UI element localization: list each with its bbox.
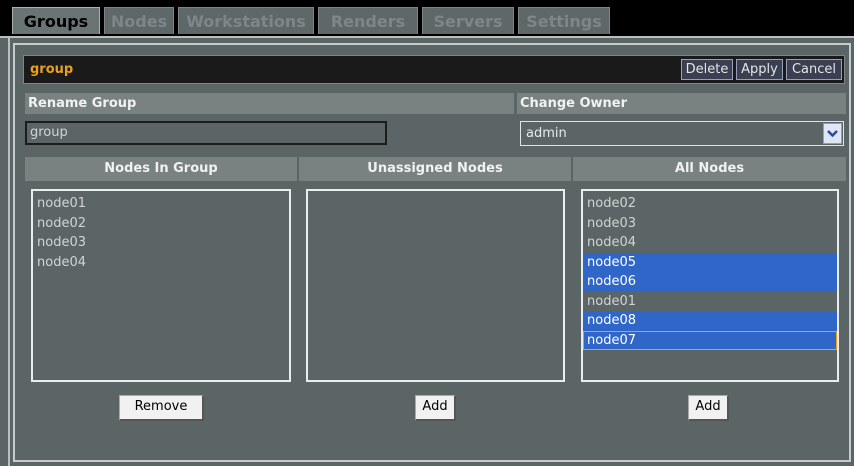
rename-group-heading: Rename Group	[25, 93, 514, 114]
owner-select[interactable]: admin	[520, 121, 844, 146]
tab-settings[interactable]: Settings	[518, 7, 610, 34]
add-unassigned-button[interactable]: Add	[415, 395, 456, 421]
change-owner-heading: Change Owner	[517, 93, 846, 114]
all-nodes-list[interactable]: node02 node03 node04 node05 node06 node0…	[581, 189, 839, 382]
tab-groups[interactable]: Groups	[12, 7, 100, 34]
divider	[8, 36, 10, 466]
delete-button[interactable]: Delete	[681, 59, 733, 80]
add-all-button[interactable]: Add	[688, 395, 729, 421]
nodes-in-group-heading: Nodes In Group	[25, 157, 297, 181]
group-title: group	[30, 62, 74, 77]
nodes-in-group-list[interactable]: node01 node02 node03 node04	[31, 189, 291, 382]
unassigned-nodes-list[interactable]	[306, 189, 565, 382]
unassigned-nodes-heading: Unassigned Nodes	[299, 157, 571, 181]
apply-button[interactable]: Apply	[736, 59, 783, 80]
list-item[interactable]: node01	[33, 194, 289, 214]
list-item[interactable]: node07	[583, 330, 837, 350]
list-item[interactable]: node05	[583, 252, 837, 272]
list-item[interactable]: node04	[583, 233, 837, 253]
list-item[interactable]: node03	[583, 214, 837, 234]
remove-button[interactable]: Remove	[119, 395, 204, 421]
cancel-button[interactable]: Cancel	[786, 59, 842, 80]
all-nodes-heading: All Nodes	[573, 157, 846, 181]
tab-workstations[interactable]: Workstations	[178, 7, 314, 34]
list-item[interactable]: node02	[33, 214, 289, 234]
list-item[interactable]: node03	[33, 233, 289, 253]
list-item[interactable]: node08	[583, 311, 837, 331]
chevron-down-icon[interactable]	[823, 123, 842, 144]
list-item[interactable]: node01	[583, 292, 837, 312]
group-title-bar: group Delete Apply Cancel	[23, 55, 845, 84]
list-item[interactable]: node02	[583, 194, 837, 214]
tab-renders[interactable]: Renders	[318, 7, 418, 34]
list-item[interactable]: node06	[583, 272, 837, 292]
rename-group-input[interactable]: group	[25, 121, 387, 145]
owner-select-value: admin	[526, 126, 567, 141]
divider	[0, 36, 854, 38]
tab-servers[interactable]: Servers	[422, 7, 514, 34]
tab-bar: Groups Nodes Workstations Renders Server…	[0, 0, 854, 36]
list-item[interactable]: node04	[33, 253, 289, 273]
tab-nodes[interactable]: Nodes	[104, 7, 174, 34]
